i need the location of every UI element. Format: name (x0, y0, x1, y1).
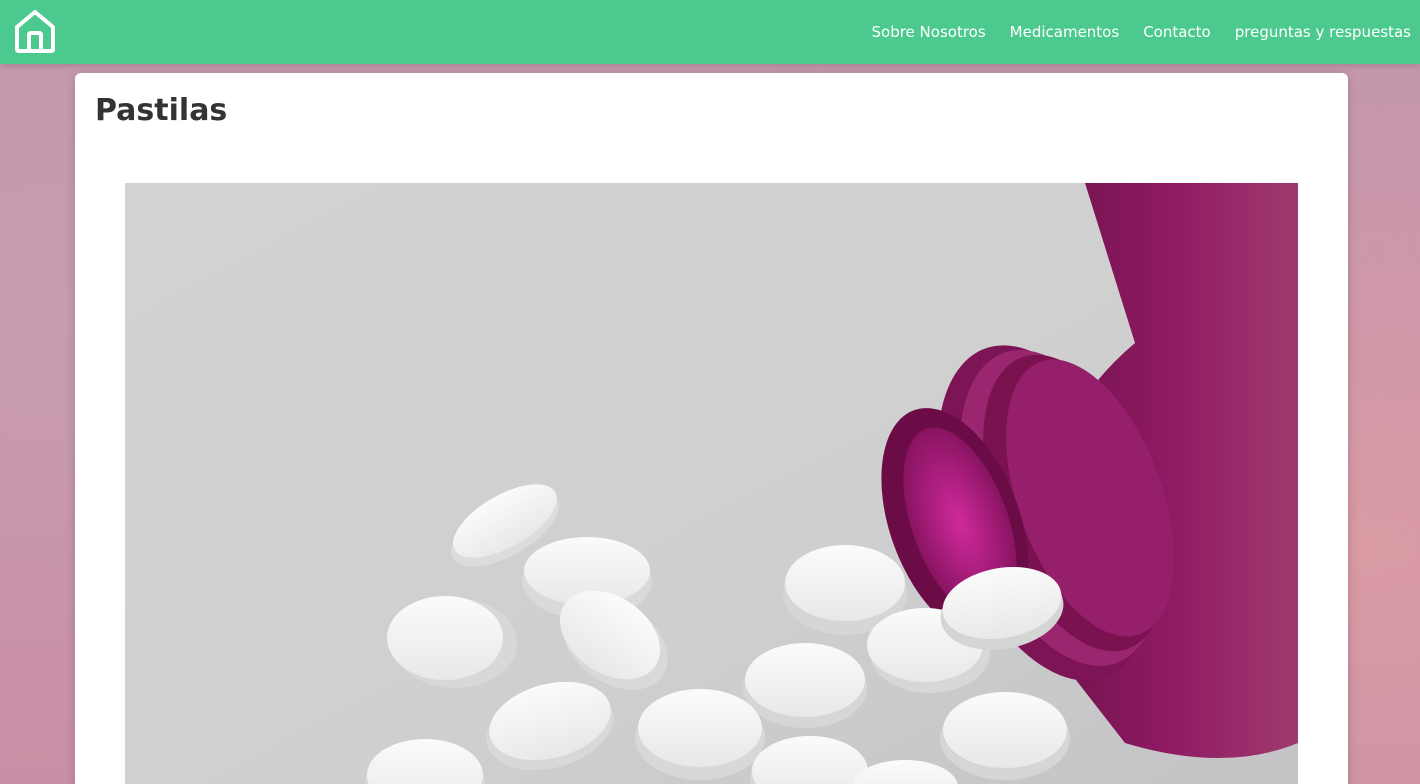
nav-link-preguntas-y-respuestas[interactable]: preguntas y respuestas (1235, 23, 1411, 41)
nav-link-medicamentos[interactable]: Medicamentos (1010, 23, 1120, 41)
home-icon (15, 10, 55, 53)
product-card: Pastilas (75, 73, 1348, 784)
pills-image (125, 183, 1298, 784)
page-title: Pastilas (95, 93, 228, 128)
nav-link-sobre-nosotros[interactable]: Sobre Nosotros (872, 23, 986, 41)
nav-links: Sobre Nosotros Medicamentos Contacto pre… (848, 0, 1412, 64)
nav-link-contacto[interactable]: Contacto (1143, 23, 1211, 41)
top-navbar: Sobre Nosotros Medicamentos Contacto pre… (0, 0, 1420, 64)
home-link[interactable] (12, 7, 58, 55)
